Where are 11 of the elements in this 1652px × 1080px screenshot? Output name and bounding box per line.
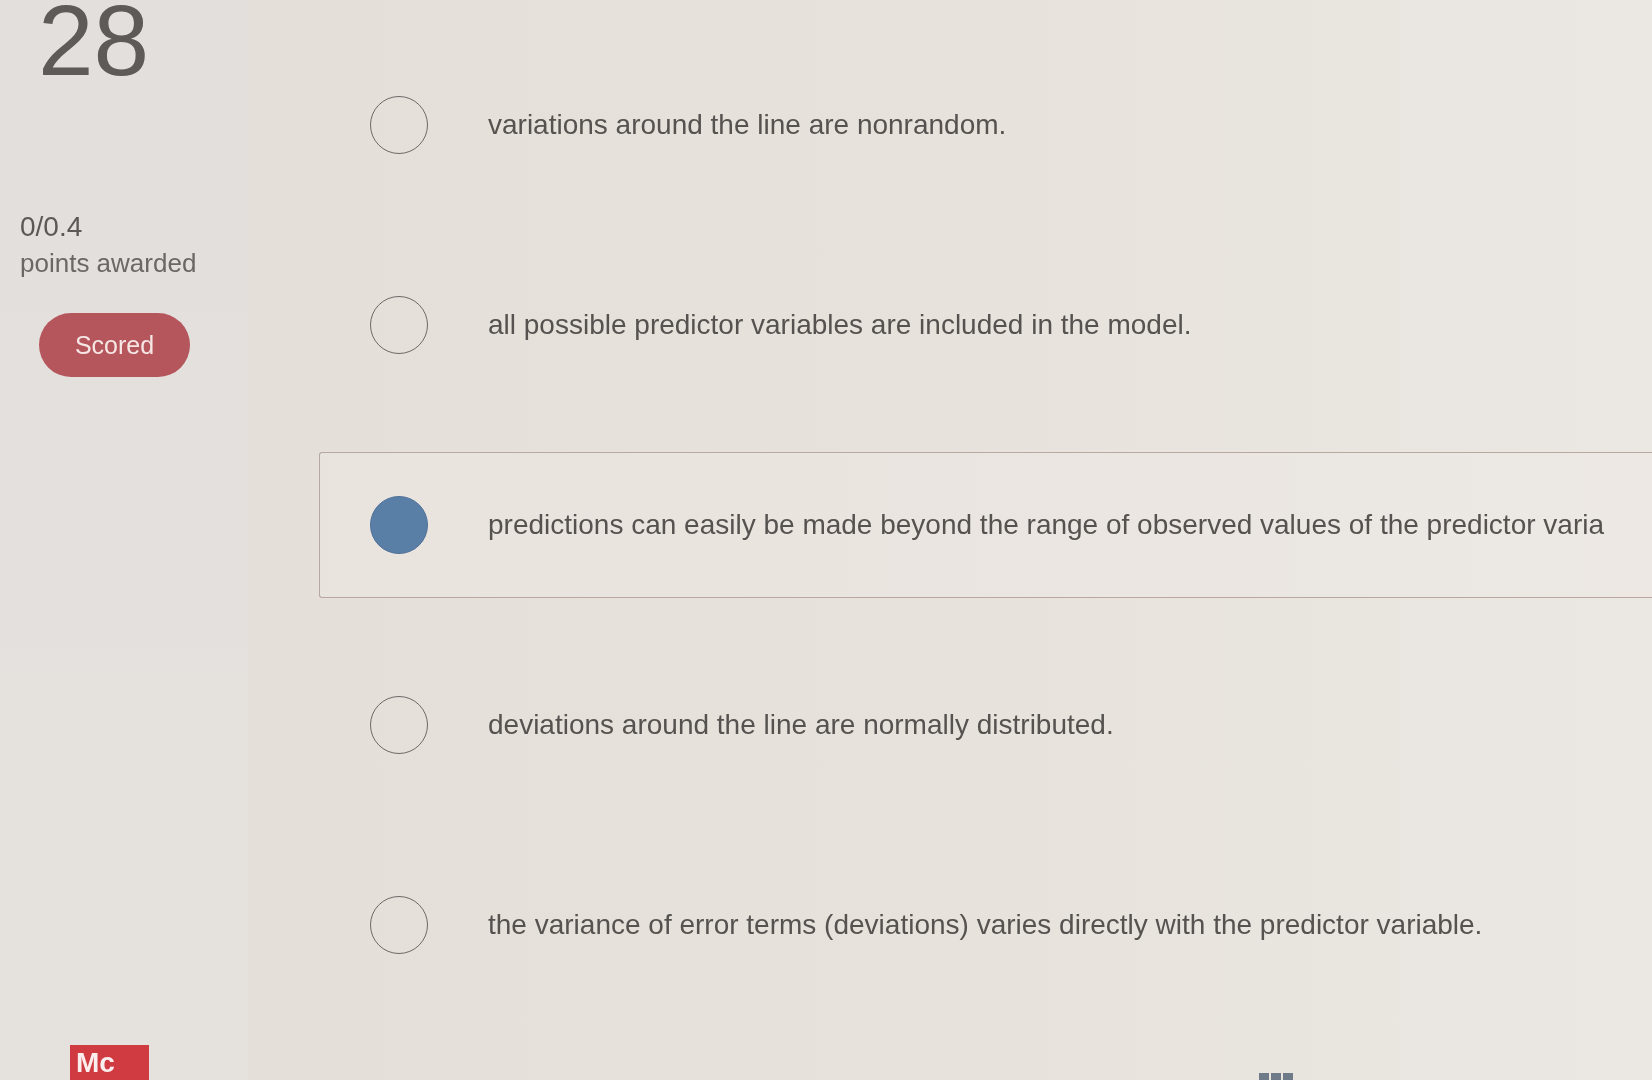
squares-icon bbox=[1259, 1073, 1293, 1080]
option-text: predictions can easily be made beyond the range of observed values of the predictor varia bbox=[488, 509, 1604, 541]
option-text: the variance of error terms (deviations) varies directly with the predictor variable. bbox=[488, 909, 1483, 941]
score-text: 0/0.4 bbox=[20, 211, 83, 243]
option-text: all possible predictor variables are included in the model. bbox=[488, 309, 1192, 341]
question-number: 28 bbox=[38, 0, 150, 80]
status-badge: Scored bbox=[39, 313, 190, 377]
option-text: variations around the line are nonrandom. bbox=[488, 109, 1007, 141]
publisher-logo: Mc bbox=[70, 1045, 149, 1080]
points-label: points awarded bbox=[20, 247, 197, 279]
option-text: deviations around the line are normally distributed. bbox=[488, 709, 1114, 741]
